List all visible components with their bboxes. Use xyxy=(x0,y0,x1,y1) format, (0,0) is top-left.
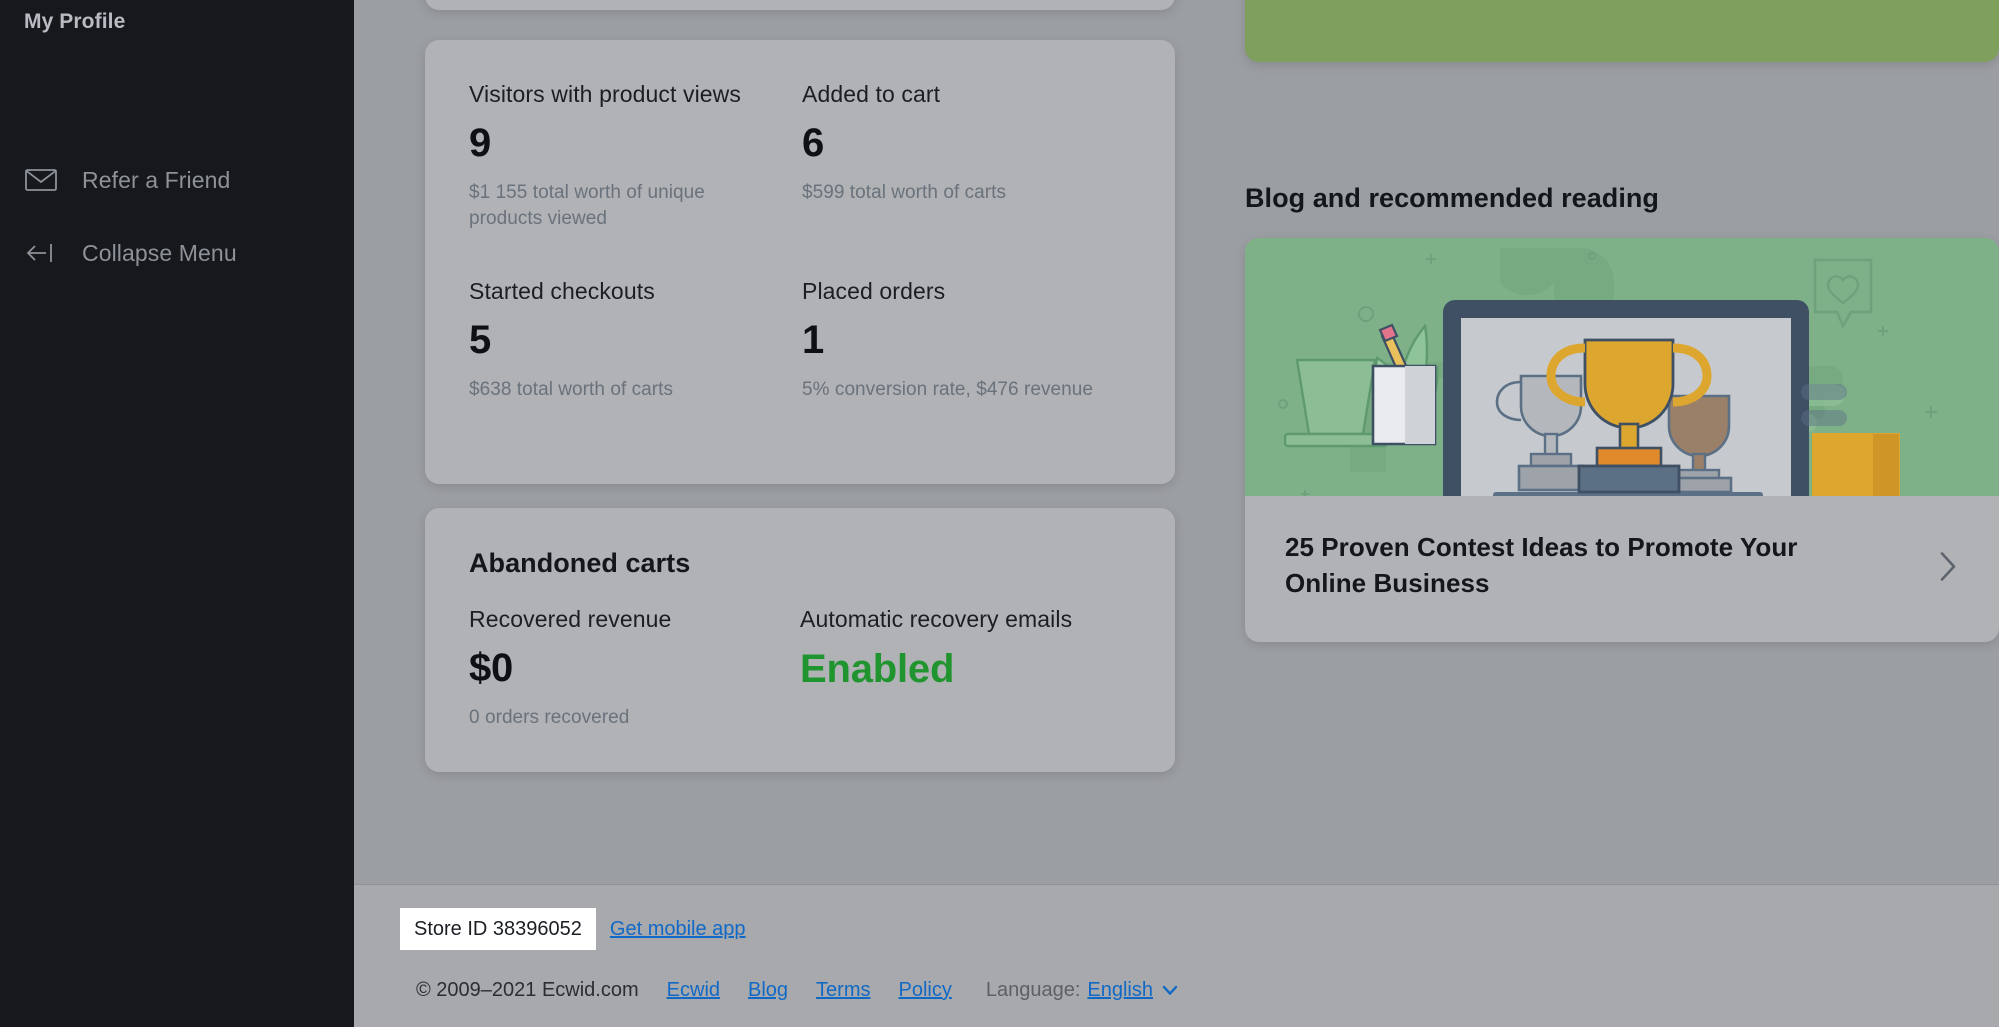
card-above-partial xyxy=(425,0,1175,10)
sidebar-item-label: Refer a Friend xyxy=(82,166,231,193)
footer-link-blog[interactable]: Blog xyxy=(748,979,788,1002)
stat-value: 6 xyxy=(802,120,824,165)
stat-value: 9 xyxy=(469,120,491,165)
app-root: My Profile Refer a Friend Collapse Menu xyxy=(0,0,1999,1027)
stat-subtext: $638 total worth of carts xyxy=(469,379,674,401)
blog-article-title: 25 Proven Contest Ideas to Promote Your … xyxy=(1285,532,1798,598)
blog-hero-illustration xyxy=(1245,238,1999,496)
stat-started-checkouts: Started checkouts 5 $638 total worth of … xyxy=(469,231,789,403)
footer-link-terms[interactable]: Terms xyxy=(816,979,870,1002)
status-badge: Enabled xyxy=(800,646,955,691)
main-content: Visitors with product views 9 $1 155 tot… xyxy=(354,0,1999,884)
blog-article-card[interactable]: 25 Proven Contest Ideas to Promote Your … xyxy=(1245,238,1999,642)
stat-added-to-cart: Added to cart 6 $599 total worth of cart… xyxy=(802,80,1122,231)
arrow-left-bar-icon xyxy=(24,238,58,268)
stat-value: $0 xyxy=(469,645,513,690)
sidebar-title: My Profile xyxy=(24,10,126,33)
stat-placed-orders: Placed orders 1 5% conversion rate, $476… xyxy=(802,231,1122,403)
footer: Store ID 38396052 Get mobile app © 2009–… xyxy=(354,884,1999,1027)
abandoned-carts-grid: Recovered revenue $0 0 orders recovered … xyxy=(469,605,1131,731)
footer-link-ecwid[interactable]: Ecwid xyxy=(667,979,720,1002)
stat-label: Automatic recovery emails xyxy=(800,606,1073,632)
sidebar-item-refer-a-friend[interactable]: Refer a Friend xyxy=(24,165,230,195)
stat-subtext: $599 total worth of carts xyxy=(802,181,1007,203)
stat-value: 1 xyxy=(802,318,824,363)
promo-banner-partial[interactable] xyxy=(1245,0,1999,62)
store-id-text[interactable]: Store ID 38396052 xyxy=(400,908,596,950)
stat-automatic-recovery-emails: Automatic recovery emails Enabled xyxy=(800,605,1120,731)
get-mobile-app-link[interactable]: Get mobile app xyxy=(610,918,746,941)
stats-grid: Visitors with product views 9 $1 155 tot… xyxy=(469,80,1131,403)
blog-section-heading: Blog and recommended reading xyxy=(1245,183,1659,213)
stat-label: Recovered revenue xyxy=(469,606,672,632)
chevron-right-icon[interactable] xyxy=(1939,551,1957,588)
language-label: Language: xyxy=(985,979,1081,1001)
stat-label: Placed orders xyxy=(802,278,946,305)
envelope-icon xyxy=(24,165,58,195)
language-selector[interactable]: English xyxy=(1087,979,1153,1002)
sidebar-item-label: Collapse Menu xyxy=(82,239,237,266)
store-stats-card: Visitors with product views 9 $1 155 tot… xyxy=(425,40,1175,484)
stat-visitors-with-product-views: Visitors with product views 9 $1 155 tot… xyxy=(469,80,789,231)
stat-subtext: 0 orders recovered xyxy=(469,706,630,728)
stat-label: Visitors with product views xyxy=(469,81,741,107)
sidebar-item-collapse-menu[interactable]: Collapse Menu xyxy=(24,238,237,268)
stat-subtext: 5% conversion rate, $476 revenue xyxy=(802,379,1094,401)
stat-label: Added to cart xyxy=(802,81,941,107)
footer-top-row: Store ID 38396052 Get mobile app xyxy=(400,908,746,950)
blog-card-body: 25 Proven Contest Ideas to Promote Your … xyxy=(1245,496,1999,642)
stat-value: 5 xyxy=(469,318,491,363)
abandoned-carts-card: Abandoned carts Recovered revenue $0 0 o… xyxy=(425,508,1175,772)
sidebar: My Profile Refer a Friend Collapse Menu xyxy=(0,0,354,1027)
abandoned-carts-title: Abandoned carts xyxy=(469,548,691,578)
chevron-down-icon[interactable] xyxy=(1162,985,1178,996)
stat-recovered-revenue: Recovered revenue $0 0 orders recovered xyxy=(469,605,789,731)
footer-bottom-row: © 2009–2021 Ecwid.com Ecwid Blog Terms P… xyxy=(416,979,1178,1002)
stat-subtext: $1 155 total worth of unique products vi… xyxy=(469,181,705,229)
copyright-text: © 2009–2021 Ecwid.com xyxy=(416,979,639,1001)
footer-link-policy[interactable]: Policy xyxy=(899,979,952,1002)
stat-label: Started checkouts xyxy=(469,278,655,305)
